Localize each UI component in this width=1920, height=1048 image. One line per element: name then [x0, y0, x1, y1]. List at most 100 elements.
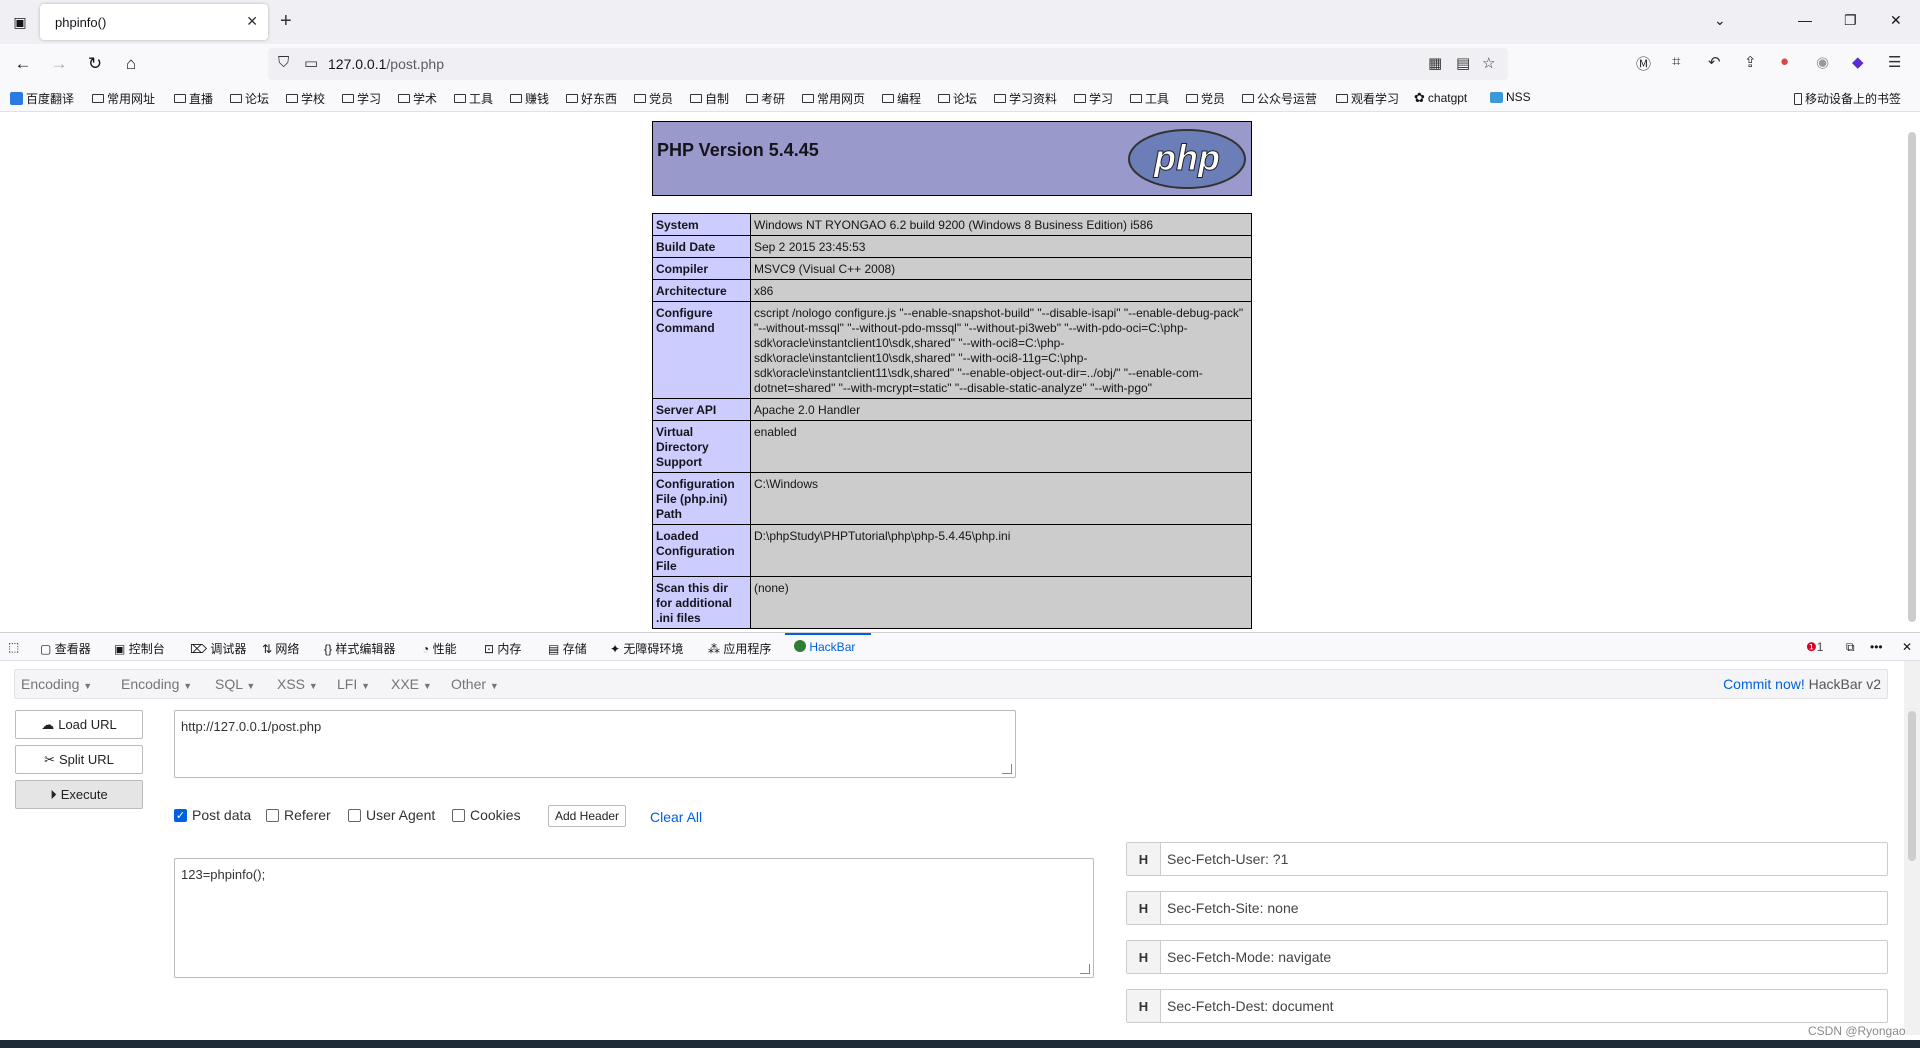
error-count[interactable]: ❶1	[1806, 640, 1823, 654]
bookmark-folder[interactable]: 常用网页	[802, 90, 865, 107]
minimize-icon[interactable]: —	[1798, 12, 1812, 28]
header-type-button[interactable]: H	[1127, 990, 1161, 1022]
forward-icon[interactable]: →	[48, 54, 70, 74]
devtools-tab[interactable]: ⁂ 应用程序	[708, 640, 771, 657]
url-textarea[interactable]: http://127.0.0.1/post.php	[174, 710, 1016, 778]
shield-icon[interactable]: ⛉	[278, 54, 289, 71]
devtools-tab[interactable]: ▢ 查看器	[40, 640, 91, 657]
devtools-tab[interactable]: ⇅ 网络	[262, 640, 299, 657]
bookmark-item[interactable]: 百度翻译	[10, 90, 74, 107]
header-row[interactable]: H Sec-Fetch-Mode: navigate	[1126, 940, 1888, 974]
commit-link[interactable]: Commit now!	[1723, 676, 1805, 692]
bookmark-folder[interactable]: 自制	[690, 90, 729, 107]
bookmark-folder[interactable]: 学校	[286, 90, 325, 107]
header-value[interactable]: Sec-Fetch-Mode: navigate	[1161, 941, 1331, 973]
devtools-tab[interactable]: ⌦ 调试器	[190, 640, 246, 657]
bookmark-folder[interactable]: 赚钱	[510, 90, 549, 107]
bookmark-folder[interactable]: 直播	[174, 90, 213, 107]
extension-m-icon[interactable]: Ⓜ	[1636, 53, 1651, 74]
resize-handle-icon[interactable]	[1002, 764, 1012, 774]
extension-circle-icon[interactable]: ◉	[1816, 53, 1829, 71]
page-info-icon[interactable]: ▭	[304, 54, 318, 72]
bookmark-folder[interactable]: 论坛	[938, 90, 977, 107]
menu-xss[interactable]: XSS ▼	[277, 676, 318, 692]
devtools-tab[interactable]: ◔ 性能	[422, 640, 457, 657]
scrollbar-thumb[interactable]	[1908, 132, 1916, 622]
extension-red-icon[interactable]: ●	[1780, 53, 1789, 70]
header-type-button[interactable]: H	[1127, 941, 1161, 973]
bookmark-star-icon[interactable]: ☆	[1482, 54, 1495, 72]
dock-icon[interactable]: ⧉	[1846, 640, 1855, 655]
more-options-icon[interactable]: •••	[1870, 640, 1883, 654]
close-devtools-icon[interactable]: ✕	[1902, 640, 1912, 654]
tab-list-icon[interactable]: ▣	[8, 10, 32, 34]
menu-encoding[interactable]: Encoding ▼	[121, 676, 192, 692]
post-data-textarea[interactable]: 123=phpinfo();	[174, 858, 1094, 978]
bookmark-folder[interactable]: 工具	[1130, 90, 1169, 107]
url-bar[interactable]: ⛉ ▭ 127.0.0.1/post.php ▦ ▤ ☆	[268, 48, 1508, 80]
extension-purple-icon[interactable]: ◆	[1852, 53, 1864, 71]
header-value[interactable]: Sec-Fetch-User: ?1	[1161, 843, 1288, 875]
clear-all-link[interactable]: Clear All	[650, 809, 702, 825]
back-icon[interactable]: ←	[12, 54, 34, 74]
chevron-down-icon[interactable]: ⌄	[1714, 12, 1726, 29]
bookmark-folder[interactable]: 党员	[1186, 90, 1225, 107]
load-url-button[interactable]: ☁ Load URL	[15, 710, 143, 739]
share-icon[interactable]: ⇪	[1744, 53, 1757, 71]
reload-icon[interactable]: ↻	[84, 54, 106, 74]
header-row[interactable]: H Sec-Fetch-Dest: document	[1126, 989, 1888, 1023]
header-value[interactable]: Sec-Fetch-Site: none	[1161, 892, 1299, 924]
close-window-icon[interactable]: ✕	[1890, 12, 1902, 29]
referer-checkbox[interactable]: Referer	[266, 807, 331, 823]
devtools-scrollbar[interactable]	[1904, 661, 1920, 1035]
bookmark-folder[interactable]: 学习	[1074, 90, 1113, 107]
bookmark-folder[interactable]: 学术	[398, 90, 437, 107]
scrollbar-thumb[interactable]	[1908, 711, 1916, 861]
header-row[interactable]: H Sec-Fetch-User: ?1	[1126, 842, 1888, 876]
header-type-button[interactable]: H	[1127, 892, 1161, 924]
devtools-tab[interactable]: ✦ 无障碍环境	[610, 640, 683, 657]
tab-phpinfo[interactable]: phpinfo() ✕	[40, 4, 268, 40]
menu-encryption[interactable]: Encoding ▼	[21, 676, 92, 692]
bookmark-item[interactable]: ✿ chatgpt	[1414, 90, 1467, 106]
bookmark-folder[interactable]: 工具	[454, 90, 493, 107]
close-tab-icon[interactable]: ✕	[246, 13, 258, 30]
menu-lfi[interactable]: LFI ▼	[337, 676, 370, 692]
bookmark-folder[interactable]: 编程	[882, 90, 921, 107]
menu-sql[interactable]: SQL ▼	[215, 676, 255, 692]
crop-icon[interactable]: ⌗	[1672, 53, 1680, 70]
bookmark-folder[interactable]: 好东西	[566, 90, 617, 107]
url-text[interactable]: 127.0.0.1/post.php	[328, 56, 444, 72]
undo-icon[interactable]: ↶	[1708, 53, 1721, 71]
devtools-tab[interactable]: ▣ 控制台	[114, 640, 165, 657]
home-icon[interactable]: ⌂	[120, 54, 142, 74]
split-url-button[interactable]: ✂ Split URL	[15, 745, 143, 774]
menu-icon[interactable]: ☰	[1888, 53, 1901, 71]
page-scrollbar[interactable]	[1904, 112, 1920, 632]
menu-xxe[interactable]: XXE ▼	[391, 676, 432, 692]
restore-icon[interactable]: ❐	[1844, 12, 1857, 29]
header-type-button[interactable]: H	[1127, 843, 1161, 875]
bookmark-folder[interactable]: 常用网址	[92, 90, 155, 107]
header-value[interactable]: Sec-Fetch-Dest: document	[1161, 990, 1334, 1022]
bookmark-folder[interactable]: 观看学习	[1336, 90, 1399, 107]
post-data-checkbox[interactable]: ✓ Post data	[174, 807, 251, 823]
mobile-bookmarks[interactable]: 移动设备上的书签	[1794, 90, 1901, 107]
bookmark-folder[interactable]: 学习资料	[994, 90, 1057, 107]
execute-button[interactable]: ⏵ Execute	[15, 780, 143, 809]
bookmark-folder[interactable]: 论坛	[230, 90, 269, 107]
devtools-tab[interactable]: ⊡ 内存	[484, 640, 521, 657]
menu-other[interactable]: Other ▼	[451, 676, 499, 692]
new-tab-icon[interactable]: +	[280, 10, 292, 32]
user-agent-checkbox[interactable]: User Agent	[348, 807, 435, 823]
bookmark-folder[interactable]: 党员	[634, 90, 673, 107]
header-row[interactable]: H Sec-Fetch-Site: none	[1126, 891, 1888, 925]
bookmark-item[interactable]: NSS	[1490, 90, 1531, 104]
add-header-button[interactable]: Add Header	[548, 805, 627, 827]
cookies-checkbox[interactable]: Cookies	[452, 807, 521, 823]
reader-view-icon[interactable]: ▤	[1456, 54, 1470, 72]
devtools-tab[interactable]: {} 样式编辑器	[324, 640, 395, 657]
bookmark-folder[interactable]: 学习	[342, 90, 381, 107]
devtools-tab-hackbar[interactable]: HackBar	[794, 640, 855, 654]
bookmark-folder[interactable]: 公众号运营	[1242, 90, 1317, 107]
